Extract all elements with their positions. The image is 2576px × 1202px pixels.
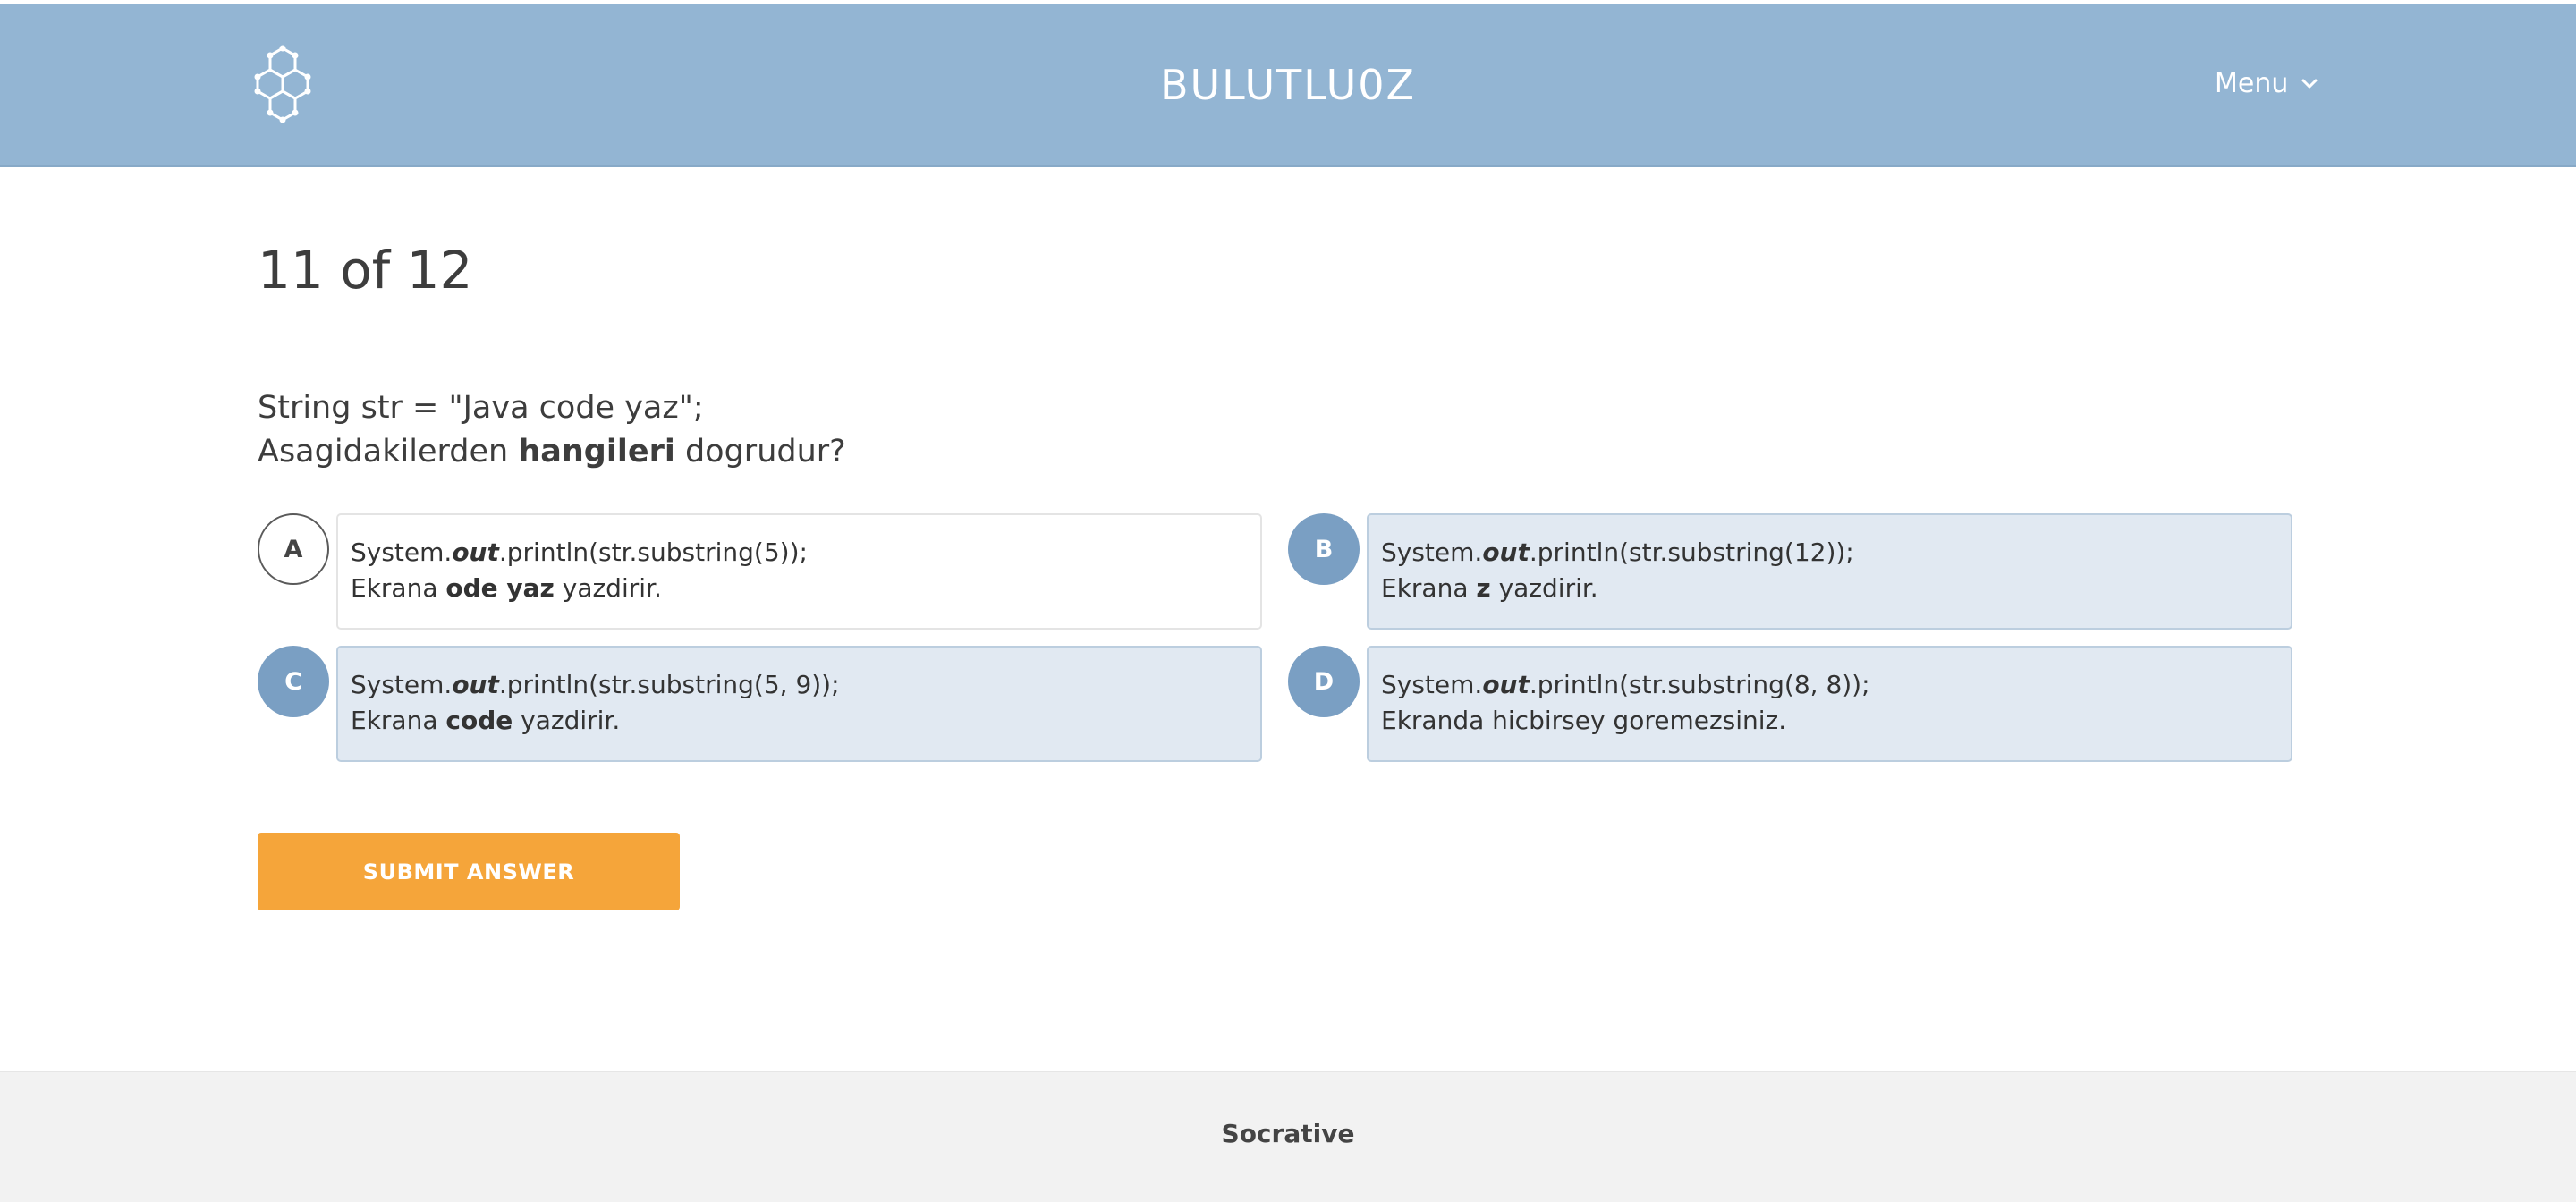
answer-code-line: System.out.println(str.substring(12)); (1381, 538, 1854, 567)
answer-letter-badge[interactable]: A (258, 513, 329, 585)
answer-option-d[interactable]: D System.out.println(str.substring(8, 8)… (1288, 646, 2304, 764)
answer-description-line: Ekrana code yazdirir. (351, 706, 621, 735)
answer-description-line: Ekrana ode yaz yazdirir. (351, 573, 662, 603)
question-line-2-pre: Asagidakilerden (258, 434, 519, 470)
question-line-2-post: dogrudur? (674, 434, 846, 470)
brand-title: BULUTLU0Z (1159, 61, 1417, 109)
question-text: String str = "Java code yaz"; Asagidakil… (258, 386, 846, 474)
answer-text-box[interactable]: System.out.println(str.substring(12)); E… (1367, 513, 2292, 630)
chevron-down-icon (2301, 79, 2318, 88)
submit-answer-button[interactable]: SUBMIT ANSWER (258, 833, 680, 910)
menu-label: Menu (2215, 68, 2289, 99)
top-header-bar: BULUTLU0Z Menu (0, 4, 2576, 167)
answer-text-box[interactable]: System.out.println(str.substring(5, 9));… (336, 646, 1262, 762)
question-progress: 11 of 12 (258, 240, 473, 300)
answer-code-line: System.out.println(str.substring(5, 9)); (351, 670, 840, 699)
footer: Socrative (0, 1071, 2576, 1202)
answer-text-box[interactable]: System.out.println(str.substring(5)); Ek… (336, 513, 1262, 630)
answer-description-line: Ekrana z yazdirir. (1381, 573, 1598, 603)
footer-credit: Socrative (1221, 1119, 1355, 1148)
answer-letter-badge[interactable]: D (1288, 646, 1360, 717)
answer-option-c[interactable]: C System.out.println(str.substring(5, 9)… (258, 646, 1274, 764)
answer-text-box[interactable]: System.out.println(str.substring(8, 8));… (1367, 646, 2292, 762)
question-line-2: Asagidakilerden hangileri dogrudur? (258, 430, 846, 474)
menu-dropdown[interactable]: Menu (2215, 68, 2318, 99)
answer-letter-badge[interactable]: C (258, 646, 329, 717)
question-line-1: String str = "Java code yaz"; (258, 390, 704, 426)
answer-option-a[interactable]: A System.out.println(str.substring(5)); … (258, 513, 1274, 631)
answer-description-line: Ekranda hicbirsey goremezsiniz. (1381, 706, 1787, 735)
answer-letter-badge[interactable]: B (1288, 513, 1360, 585)
answer-code-line: System.out.println(str.substring(5)); (351, 538, 808, 567)
answer-option-b[interactable]: B System.out.println(str.substring(12));… (1288, 513, 2304, 631)
question-line-2-bold: hangileri (518, 434, 675, 470)
answer-code-line: System.out.println(str.substring(8, 8)); (1381, 670, 1870, 699)
